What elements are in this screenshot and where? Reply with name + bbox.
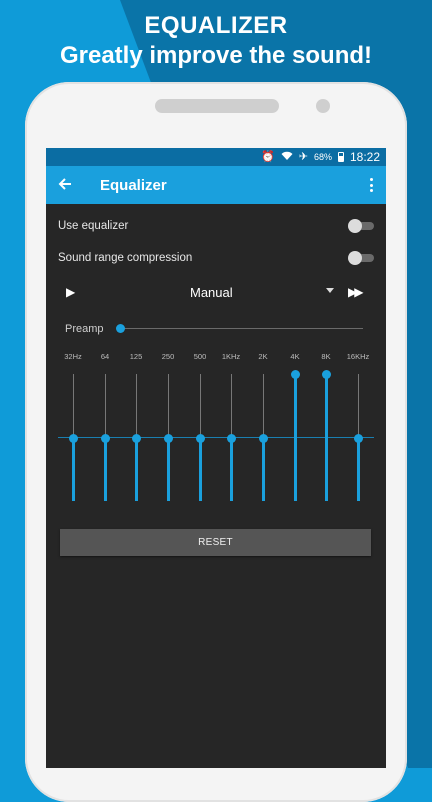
band-slider-fill-7 [294,374,297,501]
band-slider-fill-4 [199,437,202,501]
band-slider-thumb-6[interactable] [259,433,268,443]
eq-bands: 32Hz 64 125 250 500 1KHz 2K 4K 8K 16KHz [46,148,386,768]
band-slider-thumb-5[interactable] [227,433,236,443]
band-slider-thumb-3[interactable] [164,433,173,443]
band-slider-fill-2 [135,437,138,501]
band-slider-fill-3 [167,437,170,501]
band-slider-fill-1 [104,437,107,501]
app-screen: ⏰ ✈ 68% 18:22 Equalizer Use equalizer So… [46,148,386,768]
band-slider-thumb-7[interactable] [291,370,300,379]
promo-subtitle: Greatly improve the sound! [59,42,373,69]
band-slider-thumb-1[interactable] [101,433,110,443]
band-slider-thumb-8[interactable] [322,370,331,379]
band-slider-fill-6 [262,437,265,501]
promo-title: EQUALIZER [144,12,288,39]
band-slider-fill-0 [72,437,75,501]
phone-speaker [155,99,279,113]
band-slider-thumb-9[interactable] [354,433,363,443]
band-slider-thumb-2[interactable] [132,433,141,443]
band-slider-thumb-4[interactable] [196,433,205,443]
band-slider-fill-8 [325,374,328,501]
phone-camera [316,99,330,113]
band-label-9: 16KHz [346,352,370,361]
band-slider-fill-5 [230,437,233,501]
reset-button[interactable]: RESET [60,529,371,556]
band-slider-thumb-0[interactable] [69,433,78,443]
band-slider-fill-9 [357,437,360,501]
